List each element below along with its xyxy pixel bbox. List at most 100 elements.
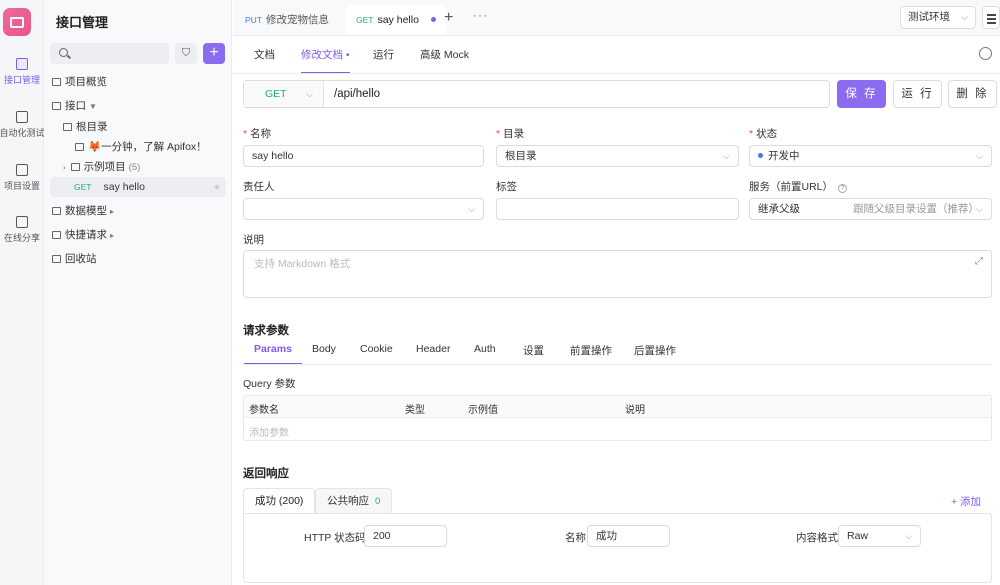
chevron-down-icon: ⌵ (905, 531, 912, 541)
query-params-table: 参数名 类型 示例值 说明 添加参数 (243, 395, 992, 441)
folder-icon (70, 163, 80, 171)
doc-tab-update-pet[interactable]: PUT 修改宠物信息 (235, 5, 339, 35)
add-response-link[interactable]: + 添加 (951, 494, 981, 509)
chevron-down-icon: ⌵ (468, 204, 475, 214)
tab-cookie[interactable]: Cookie (360, 343, 393, 355)
api-icon (52, 102, 61, 110)
status-select[interactable]: 开发中 ⌵ (749, 145, 992, 167)
tree-node-data-models[interactable]: 数据模型 ▸ (44, 201, 232, 221)
tab-response-success[interactable]: 成功 (200) (243, 488, 316, 514)
response-panel (243, 513, 992, 583)
tree-node-quick-requests[interactable]: 快捷请求 ▸ (44, 225, 232, 245)
url-path-input[interactable]: /api/hello (334, 81, 380, 107)
expand-icon[interactable]: ⤢ (975, 256, 983, 267)
chevron-down-icon: ⌵ (976, 204, 983, 214)
content-format-select[interactable]: Raw ⌵ (838, 525, 921, 547)
quick-request-icon (52, 231, 61, 239)
query-params-label: Query 参数 (243, 378, 296, 390)
column-description: 说明 (625, 405, 645, 416)
caret-right-icon: ▸ (110, 231, 115, 240)
tree-title: 接口管理 (56, 15, 109, 30)
filter-icon: ⛉ (181, 47, 191, 59)
tree-node-intro-doc[interactable]: 🦊一分钟，了解 Apifox！ (44, 137, 232, 157)
run-button[interactable]: 运 行 (893, 80, 942, 108)
add-param-input[interactable]: 添加参数 (249, 424, 289, 439)
url-bar: GET ⌵ /api/hello (243, 80, 830, 108)
tag-input[interactable] (496, 198, 739, 220)
tab-body[interactable]: Body (312, 343, 336, 355)
tab-params[interactable]: Params (244, 343, 302, 365)
name-field[interactable]: say hello (243, 145, 484, 167)
directory-label: * 目录 (496, 128, 525, 140)
tag-label: 标签 (496, 181, 517, 193)
tab-post-processors[interactable]: 后置操作 (634, 343, 676, 358)
content-format-label: 内容格式 (796, 532, 838, 544)
unsaved-dot (430, 17, 436, 22)
name-label: * 名称 (243, 128, 272, 140)
online-share-icon (16, 216, 28, 228)
tab-header[interactable]: Header (416, 343, 450, 355)
tree-node-trash[interactable]: 回收站 (44, 249, 232, 269)
doc-tab-bar: PUT 修改宠物信息 GET say hello + ··· 测试环境 ⌵ (233, 0, 1000, 36)
response-name-input[interactable]: 成功 (587, 525, 670, 547)
tab-advanced-mock[interactable]: 高级 Mock (420, 47, 469, 62)
tree-node-apis[interactable]: 接口 ▼ (44, 96, 232, 116)
tab-doc[interactable]: 文档 (254, 47, 275, 62)
new-tab-plus-icon[interactable]: + (444, 9, 453, 27)
table-header: 参数名 类型 示例值 说明 (244, 396, 991, 418)
project-settings-icon (16, 164, 28, 176)
rail-item-automation-test[interactable]: 自动化测试 (0, 111, 45, 139)
tab-auth[interactable]: Auth (474, 343, 496, 355)
subtab-divider (233, 73, 1000, 74)
add-button[interactable]: + (203, 43, 225, 64)
tree-node-overview[interactable]: 项目概览 (44, 72, 232, 92)
tab-settings[interactable]: 设置 (523, 343, 544, 358)
directory-select[interactable]: 根目录 ⌵ (496, 145, 739, 167)
tree-node-say-hello[interactable]: GET say hello (50, 177, 226, 197)
chevron-right-icon: › (63, 163, 66, 172)
service-label: 服务（前置URL）? (749, 179, 848, 194)
delete-button[interactable]: 删 除 (948, 80, 997, 108)
rail-item-project-settings[interactable]: 项目设置 (0, 164, 44, 192)
tree-node-sample-project[interactable]: › 示例项目 (5) (44, 157, 232, 177)
app-logo-icon[interactable] (3, 8, 31, 36)
tab-run[interactable]: 运行 (373, 47, 394, 62)
rail-item-api-management[interactable]: 接口管理 (0, 58, 44, 86)
owner-select[interactable]: ⌵ (243, 198, 484, 220)
tab-common-response[interactable]: 公共响应 0 (315, 488, 393, 514)
http-status-label: HTTP 状态码 (304, 532, 366, 544)
save-button[interactable]: 保 存 (837, 80, 886, 108)
unsaved-dot (215, 185, 219, 189)
environment-select[interactable]: 测试环境 ⌵ (900, 6, 976, 29)
params-tab-divider (243, 364, 992, 365)
menu-button[interactable] (982, 6, 1000, 29)
rail-item-online-share[interactable]: 在线分享 (0, 216, 44, 244)
column-param-name: 参数名 (249, 405, 279, 416)
method-select[interactable]: GET ⌵ (244, 81, 324, 107)
caret-down-icon: ▼ (89, 102, 97, 111)
tab-edit-doc[interactable]: 修改文档 • (301, 47, 350, 74)
column-example: 示例值 (468, 405, 498, 416)
help-icon: ? (838, 184, 848, 193)
history-icon[interactable] (979, 47, 992, 60)
column-type: 类型 (405, 405, 425, 416)
chevron-down-icon: ⌵ (306, 89, 313, 99)
status-dot (758, 153, 763, 158)
http-status-input[interactable]: 200 (364, 525, 447, 547)
response-name-label: 名称 (565, 532, 586, 544)
trash-icon (52, 255, 61, 263)
owner-label: 责任人 (243, 181, 275, 193)
plus-icon: + (209, 44, 219, 61)
tab-pre-processors[interactable]: 前置操作 (570, 343, 612, 358)
service-select[interactable]: 继承父级 跟随父级目录设置（推荐） ⌵ (749, 198, 992, 220)
search-icon (59, 48, 68, 57)
left-rail: 接口管理 自动化测试 项目设置 在线分享 (0, 0, 45, 585)
response-title: 返回响应 (243, 468, 289, 480)
more-tabs-icon[interactable]: ··· (473, 8, 488, 22)
filter-button[interactable]: ⛉ (175, 43, 197, 64)
tree-node-root-folder[interactable]: 根目录 (44, 117, 232, 137)
markdown-doc-icon (75, 143, 84, 151)
doc-tab-say-hello[interactable]: GET say hello (346, 5, 446, 35)
description-textarea[interactable]: 支持 Markdown 格式 ⤢ (243, 250, 992, 298)
tree-search-input[interactable] (50, 43, 169, 64)
